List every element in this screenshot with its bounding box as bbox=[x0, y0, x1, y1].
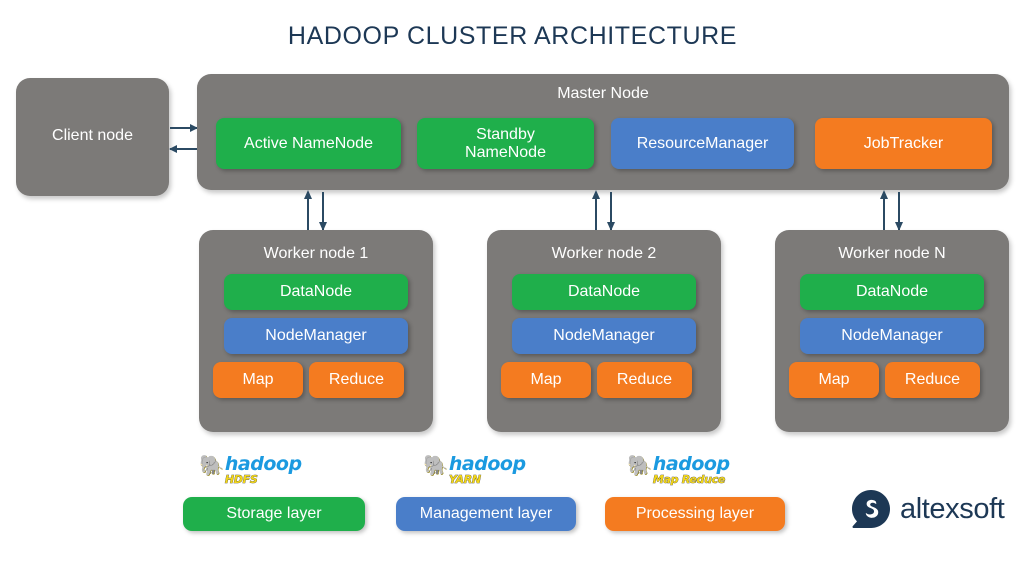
worker-1-map[interactable]: Map bbox=[213, 362, 303, 398]
hadoop-logo-subtitle: YARN bbox=[448, 473, 482, 487]
altexsoft-brand-name: altexsoft bbox=[900, 492, 1005, 525]
elephant-icon: 🐘 bbox=[199, 455, 224, 477]
hadoop-mapreduce-logo: 🐘 hadoop Map Reduce bbox=[627, 453, 731, 489]
worker-2-map[interactable]: Map bbox=[501, 362, 591, 398]
worker-2-datanode[interactable]: DataNode bbox=[512, 274, 696, 310]
altexsoft-mark-icon bbox=[852, 490, 890, 528]
worker-node-n-label: Worker node N bbox=[838, 245, 946, 262]
worker-2-nodemanager[interactable]: NodeManager bbox=[512, 318, 696, 354]
elephant-icon: 🐘 bbox=[423, 455, 448, 477]
master-component-resourcemanager[interactable]: ResourceManager bbox=[611, 118, 794, 169]
legend-storage-layer-pill[interactable]: Storage layer bbox=[183, 497, 365, 531]
worker-1-reduce[interactable]: Reduce bbox=[309, 362, 404, 398]
hadoop-logo-wordmark: hadoop bbox=[652, 453, 731, 475]
master-component-jobtracker[interactable]: JobTracker bbox=[815, 118, 992, 169]
hadoop-logo-subtitle: HDFS bbox=[224, 473, 258, 487]
worker-1-nodemanager[interactable]: NodeManager bbox=[224, 318, 408, 354]
master-component-standby-namenode[interactable]: Standby NameNode bbox=[417, 118, 594, 169]
master-node-label: Master Node bbox=[557, 85, 649, 102]
client-node: Client node bbox=[16, 78, 169, 196]
worker-node-1: Worker node 1 DataNode NodeManager Map R… bbox=[199, 230, 433, 432]
hadoop-logo-wordmark: hadoop bbox=[224, 453, 303, 475]
hadoop-hdfs-logo: 🐘 hadoop HDFS bbox=[199, 453, 303, 489]
worker-2-reduce[interactable]: Reduce bbox=[597, 362, 692, 398]
arrow-head-left bbox=[169, 144, 177, 153]
worker-1-datanode[interactable]: DataNode bbox=[224, 274, 408, 310]
arrow-head-up bbox=[879, 190, 888, 199]
arrow-head-up bbox=[591, 190, 600, 199]
elephant-icon: 🐘 bbox=[627, 455, 652, 477]
hadoop-logo-wordmark: hadoop bbox=[448, 453, 527, 475]
worker-n-nodemanager[interactable]: NodeManager bbox=[800, 318, 984, 354]
worker-node-2-label: Worker node 2 bbox=[551, 245, 657, 262]
client-node-label: Client node bbox=[52, 127, 133, 144]
worker-n-datanode[interactable]: DataNode bbox=[800, 274, 984, 310]
master-component-active-namenode[interactable]: Active NameNode bbox=[216, 118, 401, 169]
page-title: HADOOP CLUSTER ARCHITECTURE bbox=[287, 22, 738, 50]
worker-n-reduce[interactable]: Reduce bbox=[885, 362, 980, 398]
hadoop-yarn-logo: 🐘 hadoop YARN bbox=[423, 453, 527, 489]
hadoop-logo-subtitle: Map Reduce bbox=[652, 473, 726, 487]
arrow-head-up bbox=[303, 190, 312, 199]
worker-node-2: Worker node 2 DataNode NodeManager Map R… bbox=[487, 230, 721, 432]
worker-node-1-label: Worker node 1 bbox=[263, 245, 369, 262]
master-node: Master Node Active NameNode Standby Name… bbox=[197, 74, 1009, 190]
altexsoft-logo: altexsoft bbox=[851, 489, 1005, 529]
worker-node-n: Worker node N DataNode NodeManager Map R… bbox=[775, 230, 1009, 432]
legend-processing-layer-pill[interactable]: Processing layer bbox=[605, 497, 785, 531]
worker-n-map[interactable]: Map bbox=[789, 362, 879, 398]
legend-management-layer-pill[interactable]: Management layer bbox=[396, 497, 576, 531]
